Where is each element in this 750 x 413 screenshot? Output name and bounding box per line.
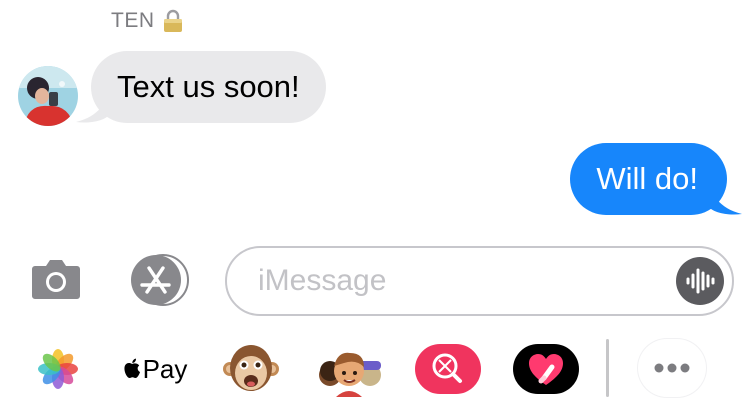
message-input-container[interactable] bbox=[225, 246, 734, 316]
camera-icon[interactable] bbox=[31, 256, 81, 300]
lock-icon bbox=[163, 9, 182, 32]
monkey-memoji-icon bbox=[223, 345, 279, 391]
apple-pay-label: Pay bbox=[123, 353, 188, 385]
photos-app-button[interactable] bbox=[36, 336, 80, 402]
photos-icon bbox=[38, 349, 78, 389]
app-store-icon[interactable] bbox=[125, 254, 195, 306]
incoming-message-text: Text us soon! bbox=[117, 69, 300, 104]
apple-pay-icon bbox=[124, 358, 140, 378]
memoji-stickers-button[interactable] bbox=[316, 336, 382, 402]
digital-touch-button[interactable] bbox=[513, 336, 579, 402]
image-search-icon bbox=[415, 344, 481, 394]
more-icon bbox=[654, 363, 690, 373]
animoji-button[interactable] bbox=[220, 336, 282, 402]
apple-pay-text: Pay bbox=[142, 353, 188, 384]
apple-pay-button[interactable]: Pay bbox=[122, 336, 188, 402]
memoji-stickers-icon bbox=[319, 352, 381, 397]
sender-name: TEN bbox=[111, 9, 155, 32]
outgoing-message-text: Will do! bbox=[596, 161, 698, 196]
waveform-icon bbox=[686, 268, 715, 294]
more-apps-button[interactable] bbox=[638, 339, 706, 397]
outgoing-message-bubble[interactable]: Will do! bbox=[570, 143, 727, 215]
message-input[interactable] bbox=[256, 263, 640, 299]
incoming-message-bubble[interactable]: Text us soon! bbox=[91, 51, 326, 123]
sender-label: TEN bbox=[111, 9, 183, 33]
image-search-button[interactable] bbox=[415, 336, 481, 402]
audio-message-button[interactable] bbox=[676, 257, 724, 305]
digital-touch-icon bbox=[513, 344, 579, 394]
contact-avatar[interactable] bbox=[18, 66, 78, 126]
app-drawer-divider bbox=[606, 339, 609, 397]
